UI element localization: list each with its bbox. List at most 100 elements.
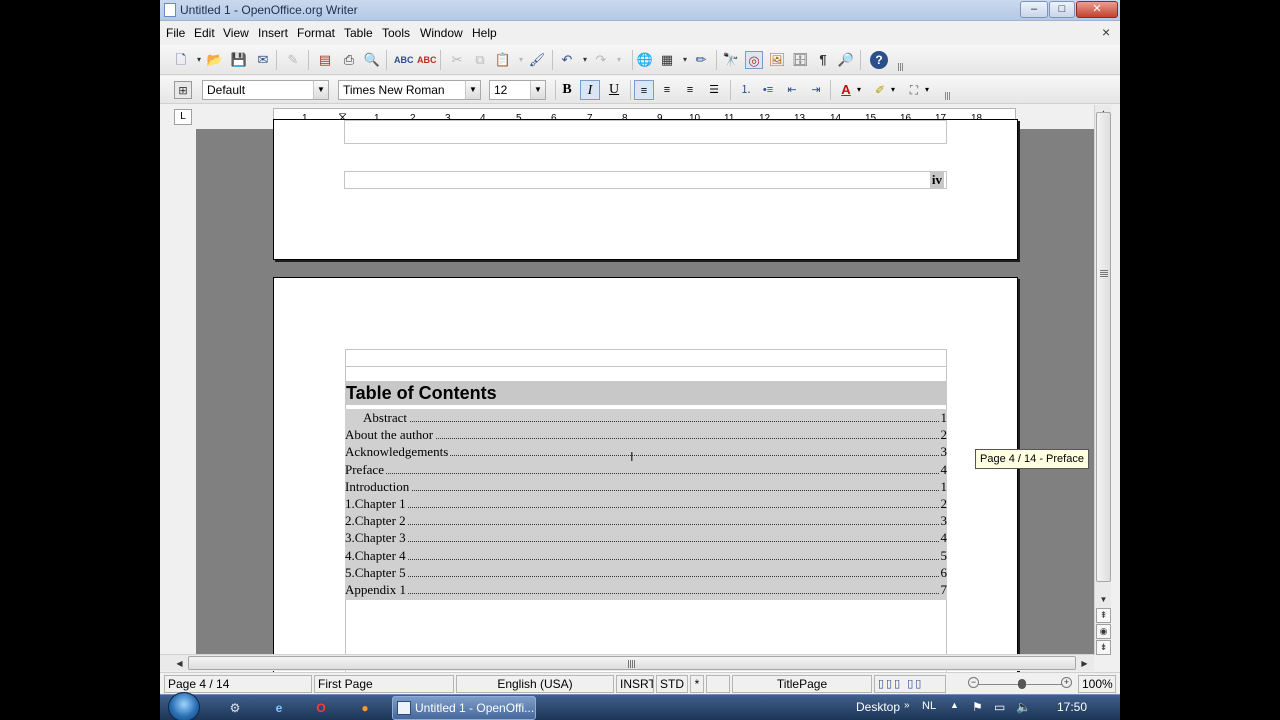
close-window-button[interactable]: ✕ <box>1076 1 1118 18</box>
zoom-slider[interactable]: − + <box>968 677 1072 691</box>
opera-icon[interactable]: O <box>312 699 330 717</box>
decrease-indent-icon[interactable]: ⇤ <box>782 80 802 100</box>
edit-file-icon[interactable]: ✎ <box>284 51 302 69</box>
chevron-down-icon[interactable]: ▼ <box>530 81 545 99</box>
document-area[interactable]: iv Table of Contents Abstract 1 About the … <box>160 119 1094 687</box>
toc-entry[interactable]: Acknowledgements 3 <box>345 443 947 461</box>
page-preceding[interactable]: iv <box>273 119 1018 260</box>
copy-icon[interactable]: ⧉ <box>471 51 489 69</box>
toc-entry[interactable]: 1.Chapter 1 2 <box>345 495 947 512</box>
help-icon[interactable]: ? <box>870 51 888 69</box>
minimize-button[interactable]: – <box>1020 1 1048 18</box>
toolbar-grip[interactable] <box>898 63 904 71</box>
print-icon[interactable]: ⎙ <box>340 51 358 69</box>
horizontal-scroll-thumb[interactable] <box>188 656 1076 670</box>
navigator-icon[interactable]: ◎ <box>745 51 763 69</box>
desktop-toolbar-label[interactable]: Desktop <box>856 700 900 714</box>
menu-tools[interactable]: Tools <box>382 26 410 40</box>
font-color-dropdown-icon[interactable]: ▾ <box>854 80 864 100</box>
zoom-icon[interactable]: 🔎 <box>837 51 855 69</box>
scroll-right-icon[interactable]: ▶ <box>1077 656 1092 671</box>
status-insert-mode[interactable]: INSRT <box>616 675 654 693</box>
start-button[interactable] <box>168 692 200 720</box>
menu-window[interactable]: Window <box>420 26 463 40</box>
gallery-icon[interactable]: 🖼 <box>768 51 786 69</box>
toc-entry[interactable]: 5.Chapter 5 6 <box>345 563 947 581</box>
underline-button[interactable]: U <box>604 80 624 100</box>
close-document-icon[interactable]: × <box>1102 24 1110 40</box>
chevron-down-icon[interactable]: ▼ <box>465 81 480 99</box>
toc-entry[interactable]: 4.Chapter 4 5 <box>345 546 947 564</box>
toc-entry[interactable]: Abstract 1 <box>345 409 947 426</box>
zoom-out-icon[interactable]: − <box>968 677 979 688</box>
network-tray-icon[interactable]: ▭ <box>994 700 1005 714</box>
formatting-marks-icon[interactable]: ¶ <box>814 51 832 69</box>
status-selection-mode[interactable]: STD <box>656 675 688 693</box>
cut-icon[interactable]: ✂ <box>448 51 466 69</box>
maximize-button[interactable]: □ <box>1049 1 1075 18</box>
justify-button[interactable]: ☰ <box>704 80 724 100</box>
previous-page-icon[interactable]: ⇞ <box>1096 608 1111 623</box>
font-name-combo[interactable]: Times New Roman ▼ <box>338 80 481 100</box>
paragraph-style-combo[interactable]: Default ▼ <box>202 80 329 100</box>
vertical-scrollbar[interactable]: ▲ ▼ ⇞ ◉ ⇟ <box>1094 105 1111 655</box>
paste-icon[interactable]: 📋 <box>494 51 512 69</box>
save-icon[interactable]: 💾 <box>230 51 248 69</box>
highlighting-icon[interactable]: ✐ <box>870 80 890 100</box>
data-sources-icon[interactable]: 🗄 <box>791 51 809 69</box>
new-document-icon[interactable]: 🗋 <box>172 51 190 69</box>
highlighting-dropdown-icon[interactable]: ▾ <box>888 80 898 100</box>
network-icon[interactable]: ⚙ <box>226 699 244 717</box>
horizontal-scrollbar[interactable]: ◀ ▶ <box>160 654 1094 671</box>
redo-dropdown-icon[interactable]: ▾ <box>610 51 628 69</box>
menu-edit[interactable]: Edit <box>194 26 215 40</box>
show-hidden-icons-icon[interactable]: ▲ <box>950 700 959 710</box>
toc-entry[interactable]: 2.Chapter 2 3 <box>345 512 947 530</box>
bullets-icon[interactable]: •≡ <box>758 80 778 100</box>
zoom-in-icon[interactable]: + <box>1061 677 1072 688</box>
menu-format[interactable]: Format <box>297 26 335 40</box>
align-center-button[interactable]: ≡ <box>657 80 677 100</box>
autospellcheck-icon[interactable]: ABC <box>417 51 437 69</box>
export-pdf-icon[interactable]: ▤ <box>316 51 334 69</box>
toc-entry[interactable]: Introduction 1 <box>345 477 947 495</box>
status-digital-signature[interactable] <box>706 675 730 693</box>
taskbar-writer-button[interactable]: Untitled 1 - OpenOffi... <box>392 696 536 720</box>
action-center-flag-icon[interactable]: ⚑ <box>972 700 983 714</box>
status-language[interactable]: English (USA) <box>456 675 614 693</box>
status-page[interactable]: Page 4 / 14 <box>164 675 312 693</box>
page-current[interactable]: Table of Contents Abstract 1 About the aut… <box>273 277 1018 687</box>
spellcheck-icon[interactable]: ABC <box>394 51 414 69</box>
hyperlink-icon[interactable]: 🌐 <box>636 51 654 69</box>
align-left-button[interactable]: ≡ <box>634 80 654 100</box>
scroll-left-icon[interactable]: ◀ <box>172 656 187 671</box>
table-icon[interactable]: ▦ <box>658 51 676 69</box>
menu-insert[interactable]: Insert <box>258 26 288 40</box>
status-page-style[interactable]: First Page <box>314 675 454 693</box>
status-zoom[interactable]: 100% <box>1078 675 1116 693</box>
increase-indent-icon[interactable]: ⇥ <box>806 80 826 100</box>
align-right-button[interactable]: ≡ <box>680 80 700 100</box>
view-layout-icons[interactable]: ▯▯▯ ▯▯ <box>874 675 946 693</box>
find-replace-icon[interactable]: 🔭 <box>722 51 740 69</box>
vertical-scroll-thumb[interactable] <box>1096 112 1111 582</box>
internet-explorer-icon[interactable]: e <box>270 699 288 717</box>
clone-formatting-icon[interactable]: 🖌 <box>528 51 546 69</box>
zoom-slider-knob[interactable] <box>1018 679 1026 689</box>
firefox-icon[interactable]: ● <box>356 699 374 717</box>
menu-table[interactable]: Table <box>344 26 373 40</box>
font-color-icon[interactable]: A <box>836 80 856 100</box>
clock[interactable]: 17:50 <box>1057 700 1087 714</box>
print-preview-icon[interactable]: 🔍 <box>363 51 381 69</box>
italic-button[interactable]: I <box>580 80 600 100</box>
font-size-combo[interactable]: 12 ▼ <box>489 80 546 100</box>
toc-entry[interactable]: Preface 4 <box>345 460 947 478</box>
table-of-contents[interactable]: Abstract 1 About the author 2 Acknowledgemen… <box>345 409 947 600</box>
chevron-down-icon[interactable]: ▼ <box>313 81 328 99</box>
bold-button[interactable]: B <box>557 80 577 100</box>
tab-stop-selector[interactable]: L <box>174 109 192 125</box>
scroll-down-icon[interactable]: ▼ <box>1096 592 1111 607</box>
show-draw-functions-icon[interactable]: ✏ <box>692 51 710 69</box>
language-indicator[interactable]: NL <box>922 700 936 712</box>
background-dropdown-icon[interactable]: ▾ <box>922 80 932 100</box>
